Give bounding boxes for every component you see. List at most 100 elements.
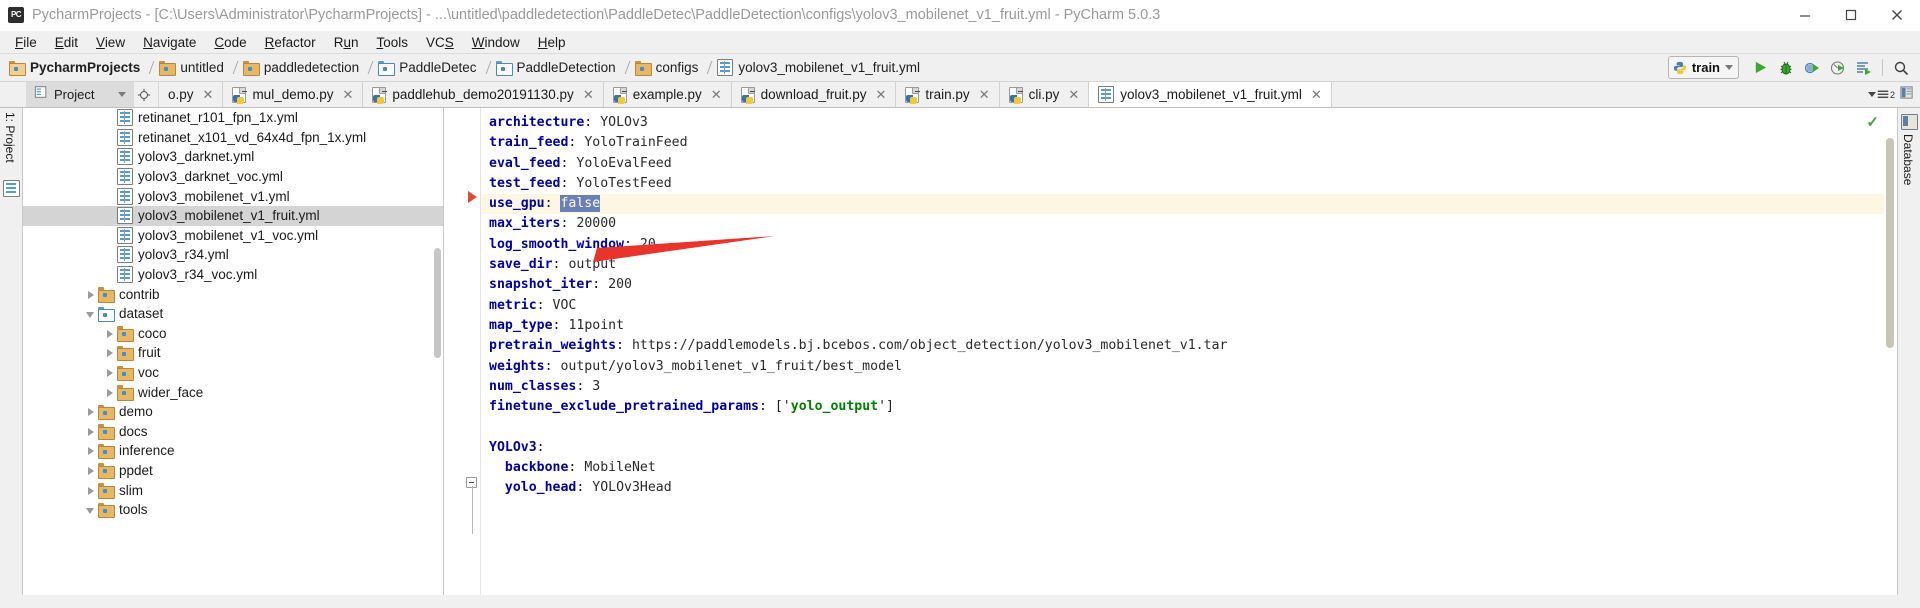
close-icon[interactable]: ✕ <box>711 88 722 101</box>
code-line-train_feed[interactable]: train_feed: YoloTrainFeed <box>481 133 1897 153</box>
close-icon[interactable] <box>1874 0 1920 30</box>
chevron-right-icon[interactable] <box>84 444 97 457</box>
tree-item-ppdet[interactable]: ppdet <box>23 461 443 481</box>
code-line-finetune_exclude_pretrained_params[interactable]: finetune_exclude_pretrained_params: ['yo… <box>481 397 1897 417</box>
menu-refactor[interactable]: Refactor <box>256 33 325 52</box>
menu-navigate[interactable]: Navigate <box>134 33 205 52</box>
chevron-right-icon[interactable] <box>103 327 116 340</box>
code-line-yolov3[interactable]: YOLOv3: <box>481 438 1897 458</box>
breadcrumb-item-paddledetection[interactable]: PaddleDetection <box>493 54 617 81</box>
database-panel-icon[interactable] <box>1899 85 1914 105</box>
tab-list-icon[interactable]: 2 <box>1867 89 1895 101</box>
run-with-console-button[interactable] <box>1851 56 1877 80</box>
locate-icon[interactable] <box>134 84 154 106</box>
debug-button[interactable] <box>1773 56 1799 80</box>
tree-item-yolov3-mobilenet-v1-yml[interactable]: yolov3_mobilenet_v1.yml <box>23 186 443 206</box>
chevron-right-icon[interactable] <box>103 366 116 379</box>
editor-tab-mul-demo-py[interactable]: mul_demo.py ✕ <box>223 82 364 107</box>
chevron-right-icon[interactable] <box>84 464 97 477</box>
close-icon[interactable]: ✕ <box>876 88 887 101</box>
menu-code[interactable]: Code <box>205 33 255 52</box>
menu-edit[interactable]: Edit <box>46 33 87 52</box>
selected-value[interactable]: false <box>560 195 601 213</box>
project-tool-button[interactable]: 1: Project <box>3 112 17 163</box>
chevron-right-icon[interactable] <box>103 386 116 399</box>
tree-item-yolov3-darknet-voc-yml[interactable]: yolov3_darknet_voc.yml <box>23 167 443 187</box>
tree-item-demo[interactable]: demo <box>23 402 443 422</box>
code-line-pretrain_weights[interactable]: pretrain_weights: https://paddlemodels.b… <box>481 336 1897 356</box>
editor-tab-o-py[interactable]: o.py ✕ <box>159 82 224 107</box>
tree-item-coco[interactable]: coco <box>23 324 443 344</box>
breadcrumb-item-configs[interactable]: configs <box>632 54 700 81</box>
close-icon[interactable]: ✕ <box>203 88 214 101</box>
editor-scroll-thumb[interactable] <box>1886 138 1894 348</box>
editor-content[interactable]: architecture: YOLOv3 train_feed: YoloTrai… <box>481 108 1897 595</box>
breadcrumb-item-yolov3-mobilenet-v1-fruit-yml[interactable]: yolov3_mobilenet_v1_fruit.yml <box>714 54 921 81</box>
close-icon[interactable]: ✕ <box>583 88 594 101</box>
editor-tab-paddlehub-demo20191130-py[interactable]: paddlehub_demo20191130.py ✕ <box>363 82 604 107</box>
tree-scrollbar[interactable] <box>434 248 441 358</box>
chevron-down-icon[interactable] <box>84 307 97 320</box>
editor-tab-cli-py[interactable]: cli.py ✕ <box>999 82 1090 107</box>
code-line-snapshot_iter[interactable]: snapshot_iter: 200 <box>481 275 1897 295</box>
code-line-max_iters[interactable]: max_iters: 20000 <box>481 214 1897 234</box>
close-icon[interactable]: ✕ <box>342 88 353 101</box>
editor-scrollbar[interactable]: ✓ <box>1866 108 1897 595</box>
menu-file[interactable]: File <box>6 33 46 52</box>
tree-item-fruit[interactable]: fruit <box>23 343 443 363</box>
menu-help[interactable]: Help <box>529 33 575 52</box>
tree-item-inference[interactable]: inference <box>23 441 443 461</box>
chevron-right-icon[interactable] <box>84 288 97 301</box>
code-line-save_dir[interactable]: save_dir: output <box>481 255 1897 275</box>
tree-item-contrib[interactable]: contrib <box>23 284 443 304</box>
menu-run[interactable]: Run <box>325 33 368 52</box>
code-line-yolo_head[interactable]: yolo_head: YOLOv3Head <box>481 478 1897 498</box>
menu-tools[interactable]: Tools <box>367 33 417 52</box>
code-line-map_type[interactable]: map_type: 11point <box>481 316 1897 336</box>
tree-item-retinanet-r101-fpn-1x-yml[interactable]: retinanet_r101_fpn_1x.yml <box>23 108 443 128</box>
tree-item-yolov3-r34-yml[interactable]: yolov3_r34.yml <box>23 245 443 265</box>
tree-item-docs[interactable]: docs <box>23 422 443 442</box>
close-icon[interactable]: ✕ <box>979 88 990 101</box>
code-line-num_classes[interactable]: num_classes: 3 <box>481 377 1897 397</box>
tree-item-yolov3-mobilenet-v1-voc-yml[interactable]: yolov3_mobilenet_v1_voc.yml <box>23 226 443 246</box>
maximize-icon[interactable] <box>1828 0 1874 30</box>
editor-tab-download-fruit-py[interactable]: download_fruit.py ✕ <box>731 82 897 107</box>
search-everywhere-button[interactable] <box>1888 56 1914 80</box>
minimize-icon[interactable] <box>1782 0 1828 30</box>
tree-item-yolov3-darknet-yml[interactable]: yolov3_darknet.yml <box>23 147 443 167</box>
breadcrumb-item-pycharmprojects[interactable]: PycharmProjects <box>6 54 141 81</box>
breadcrumb-item-paddledetection[interactable]: paddledetection <box>240 54 360 81</box>
tree-item-yolov3-mobilenet-v1-fruit-yml[interactable]: yolov3_mobilenet_v1_fruit.yml <box>23 205 443 226</box>
chevron-right-icon[interactable] <box>84 484 97 497</box>
database-icon[interactable] <box>1901 114 1918 130</box>
code-line-blank[interactable] <box>481 417 1897 437</box>
editor-gutter[interactable] <box>444 108 481 595</box>
code-line-test_feed[interactable]: test_feed: YoloTestFeed <box>481 174 1897 194</box>
project-panel-tab[interactable]: Project <box>26 82 135 107</box>
menu-window[interactable]: Window <box>463 33 529 52</box>
close-icon[interactable]: ✕ <box>1311 88 1322 101</box>
chevron-right-icon[interactable] <box>103 346 116 359</box>
run-button[interactable] <box>1747 56 1773 80</box>
menu-view[interactable]: View <box>87 33 134 52</box>
code-line-log_smooth_window[interactable]: log_smooth_window: 20 <box>481 235 1897 255</box>
chevron-down-icon[interactable] <box>84 503 97 516</box>
database-tool-button[interactable]: Database <box>1901 134 1915 185</box>
code-line-architecture[interactable]: architecture: YOLOv3 <box>481 113 1897 133</box>
coverage-button[interactable] <box>1799 56 1825 80</box>
tree-item-wider-face[interactable]: wider_face <box>23 382 443 402</box>
tree-item-dataset[interactable]: dataset <box>23 304 443 324</box>
editor-tab-yolov3-mobilenet-v1-fruit-yml[interactable]: yolov3_mobilenet_v1_fruit.yml ✕ <box>1089 82 1332 107</box>
code-line-eval_feed[interactable]: eval_feed: YoloEvalFeed <box>481 154 1897 174</box>
run-configuration-selector[interactable]: train <box>1667 56 1739 79</box>
tree-item-retinanet-x101-vd-64x4d-fpn-1x-yml[interactable]: retinanet_x101_vd_64x4d_fpn_1x.yml <box>23 128 443 148</box>
tree-item-voc[interactable]: voc <box>23 363 443 383</box>
code-line-metric[interactable]: metric: VOC <box>481 296 1897 316</box>
tree-item-tools[interactable]: tools <box>23 500 443 520</box>
chevron-right-icon[interactable] <box>84 425 97 438</box>
menu-vcs[interactable]: VCS <box>417 33 463 52</box>
code-line-weights[interactable]: weights: output/yolov3_mobilenet_v1_frui… <box>481 357 1897 377</box>
chevron-down-icon[interactable] <box>118 92 127 97</box>
breadcrumb-item-paddledetec[interactable]: PaddleDetec <box>375 54 477 81</box>
